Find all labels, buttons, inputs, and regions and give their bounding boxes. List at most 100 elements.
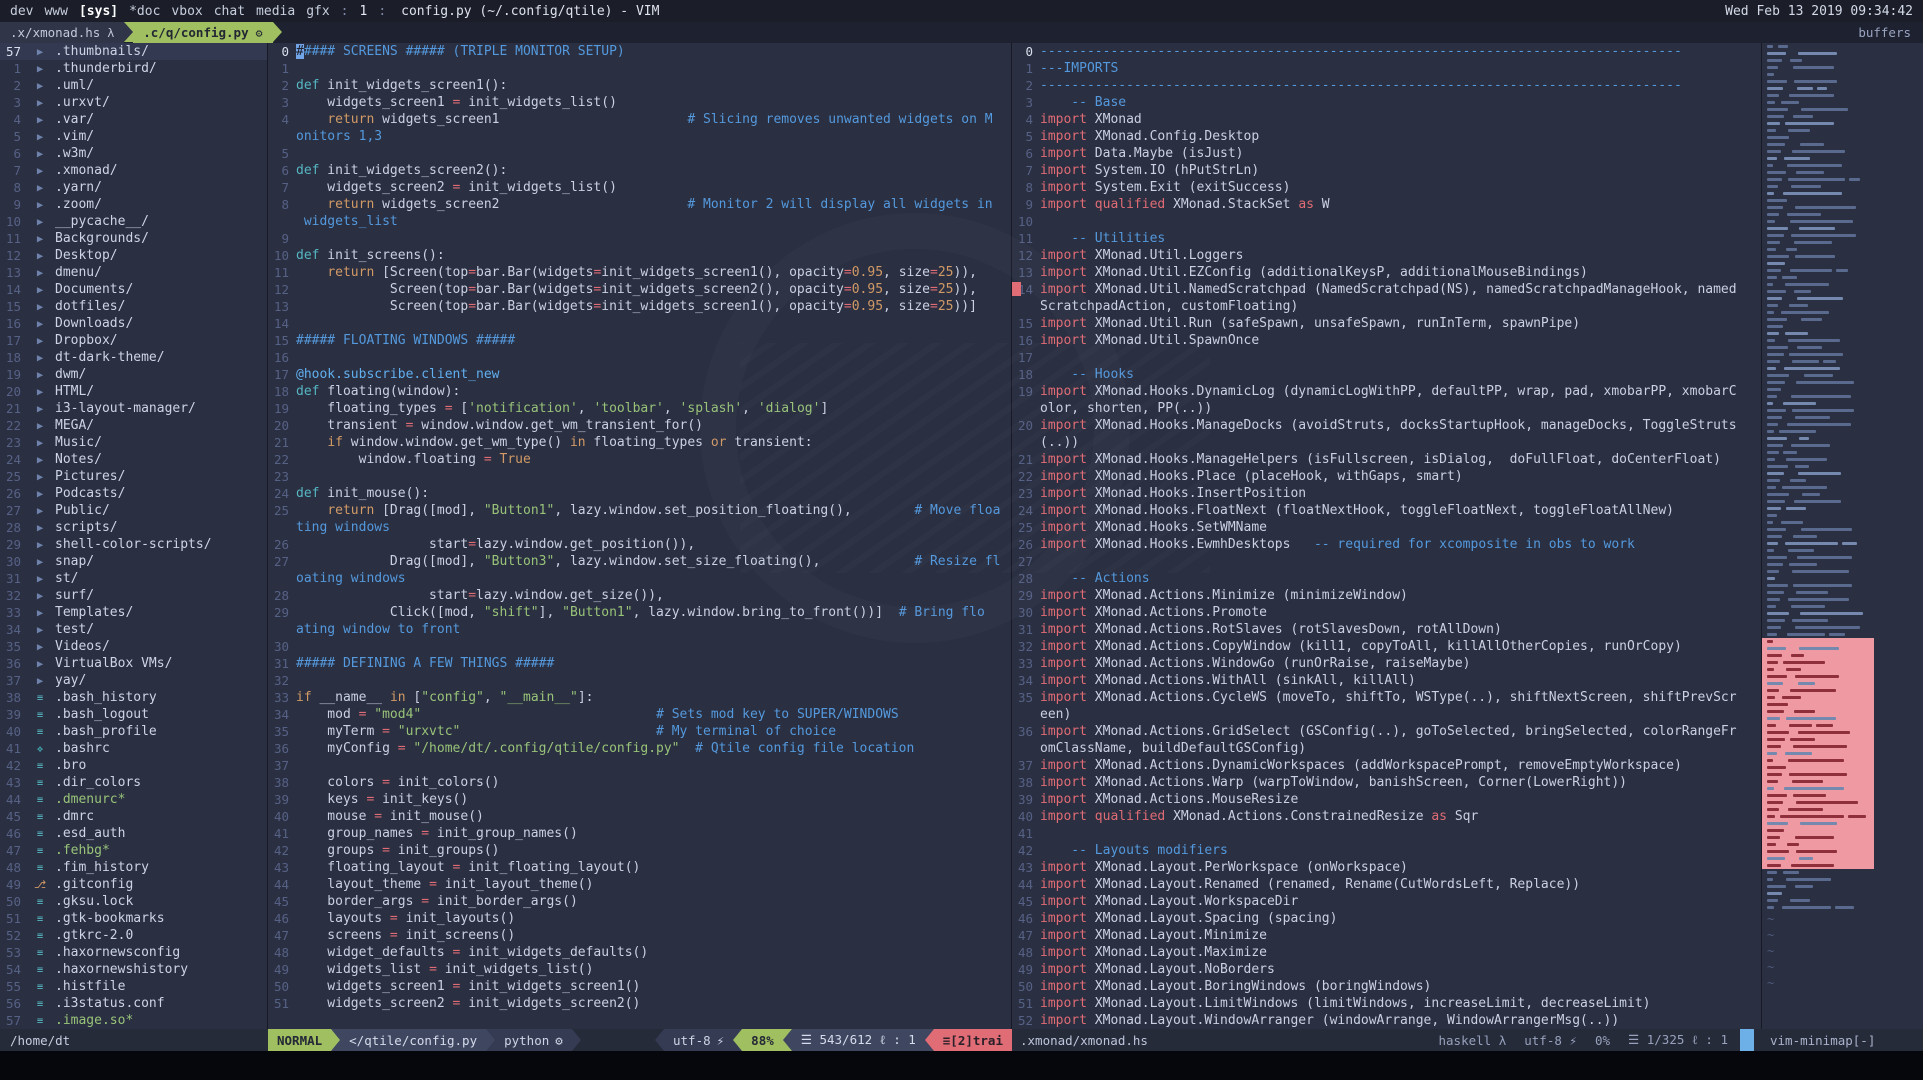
tree-item[interactable]: 56≡.i3status.conf <box>0 995 267 1012</box>
code-line[interactable]: 19 floating_types = ['notification', 'to… <box>268 400 1011 417</box>
code-line[interactable]: ating window to front <box>268 621 1011 638</box>
code-line[interactable]: onitors 1,3 <box>268 128 1011 145</box>
code-line[interactable]: ScratchpadAction, customFloating) <box>1012 298 1761 315</box>
code-line[interactable]: 1---IMPORTS <box>1012 60 1761 77</box>
code-line[interactable]: 13import XMonad.Util.EZConfig (additiona… <box>1012 264 1761 281</box>
minimap-line[interactable] <box>1762 869 1923 876</box>
minimap-line[interactable] <box>1762 764 1874 771</box>
minimap-line[interactable] <box>1762 365 1923 372</box>
code-line[interactable]: 12import XMonad.Util.Loggers <box>1012 247 1761 264</box>
tree-item[interactable]: 45≡.dmrc <box>0 808 267 825</box>
tree-item[interactable]: 35▶Videos/ <box>0 638 267 655</box>
tree-item[interactable]: 38≡.bash_history <box>0 689 267 706</box>
tree-item[interactable]: 19▶dwm/ <box>0 366 267 383</box>
code-line[interactable]: 45 border_args = init_border_args() <box>268 893 1011 910</box>
tree-item[interactable]: 3▶.urxvt/ <box>0 94 267 111</box>
minimap-line[interactable] <box>1762 239 1923 246</box>
tree-item[interactable]: 36▶VirtualBox VMs/ <box>0 655 267 672</box>
minimap-line[interactable] <box>1762 190 1923 197</box>
code-line[interactable]: 31##### DEFINING A FEW THINGS ##### <box>268 655 1011 672</box>
code-line[interactable]: omClassName, buildDefaultGSConfig) <box>1012 740 1761 757</box>
minimap-line[interactable] <box>1762 603 1923 610</box>
code-line[interactable]: 38 colors = init_colors() <box>268 774 1011 791</box>
code-line[interactable]: 27 <box>1012 553 1761 570</box>
minimap-line[interactable] <box>1762 568 1923 575</box>
minimap-line[interactable] <box>1762 820 1874 827</box>
code-line[interactable]: 2def init_widgets_screen1(): <box>268 77 1011 94</box>
minimap-line[interactable] <box>1762 421 1923 428</box>
minimap-line[interactable] <box>1762 575 1923 582</box>
code-line[interactable]: 5 <box>268 145 1011 162</box>
minimap-line[interactable] <box>1762 295 1923 302</box>
code-line[interactable]: 40 mouse = init_mouse() <box>268 808 1011 825</box>
minimap-line[interactable] <box>1762 218 1923 225</box>
tree-item[interactable]: 51≡.gtk-bookmarks <box>0 910 267 927</box>
code-line[interactable]: 36import XMonad.Actions.GridSelect (GSCo… <box>1012 723 1761 740</box>
code-line[interactable]: 23 <box>268 468 1011 485</box>
tree-item[interactable]: 43≡.dir_colors <box>0 774 267 791</box>
code-line[interactable]: 26 start=lazy.window.get_position()), <box>268 536 1011 553</box>
tree-item[interactable]: 44≡.dmenurc* <box>0 791 267 808</box>
tree-item[interactable]: 25▶Pictures/ <box>0 468 267 485</box>
minimap-line[interactable] <box>1762 589 1923 596</box>
minimap-line[interactable] <box>1762 897 1923 904</box>
code-line[interactable]: 21 if window.window.get_wm_type() in flo… <box>268 434 1011 451</box>
code-line[interactable]: 11 return [Screen(top=bar.Bar(widgets=in… <box>268 264 1011 281</box>
minimap-line[interactable] <box>1762 841 1874 848</box>
code-line[interactable]: 11 -- Utilities <box>1012 230 1761 247</box>
minimap-line[interactable] <box>1762 225 1923 232</box>
code-line[interactable]: 48 widget_defaults = init_widgets_defaul… <box>268 944 1011 961</box>
minimap-line[interactable] <box>1762 645 1874 652</box>
minimap-line[interactable] <box>1762 246 1923 253</box>
tree-item[interactable]: 57≡.image.so* <box>0 1012 267 1029</box>
code-line[interactable]: 17@hook.subscribe.client_new <box>268 366 1011 383</box>
code-line[interactable]: 4import XMonad <box>1012 111 1761 128</box>
code-line[interactable]: 10 <box>1012 213 1761 230</box>
code-line[interactable]: 21import XMonad.Hooks.ManageHelpers (isF… <box>1012 451 1761 468</box>
code-line[interactable]: 13 Screen(top=bar.Bar(widgets=init_widge… <box>268 298 1011 315</box>
minimap-line[interactable] <box>1762 71 1923 78</box>
minimap-line[interactable] <box>1762 183 1923 190</box>
code-line[interactable]: 43 floating_layout = init_floating_layou… <box>268 859 1011 876</box>
minimap-line[interactable] <box>1762 267 1923 274</box>
code-line[interactable]: een) <box>1012 706 1761 723</box>
code-line[interactable]: 8import System.Exit (exitSuccess) <box>1012 179 1761 196</box>
minimap-line[interactable] <box>1762 323 1923 330</box>
code-line[interactable]: 45import XMonad.Layout.WorkspaceDir <box>1012 893 1761 910</box>
tree-item[interactable]: 29▶shell-color-scripts/ <box>0 536 267 553</box>
code-line[interactable]: 35 myTerm = "urxvtc" # My terminal of ch… <box>268 723 1011 740</box>
minimap-line[interactable] <box>1762 78 1923 85</box>
minimap-line[interactable] <box>1762 50 1923 57</box>
minimap-line[interactable] <box>1762 827 1874 834</box>
tree-item[interactable]: 50≡.gksu.lock <box>0 893 267 910</box>
code-line[interactable]: 2---------------------------------------… <box>1012 77 1761 94</box>
minimap-line[interactable] <box>1762 862 1874 869</box>
minimap-line[interactable] <box>1762 498 1923 505</box>
minimap-line[interactable] <box>1762 610 1923 617</box>
code-line[interactable]: 49import XMonad.Layout.NoBorders <box>1012 961 1761 978</box>
tree-item[interactable]: 34▶test/ <box>0 621 267 638</box>
minimap-line[interactable] <box>1762 281 1923 288</box>
tree-item[interactable]: 48≡.fim_history <box>0 859 267 876</box>
minimap-line[interactable] <box>1762 582 1923 589</box>
code-line[interactable]: 42 groups = init_groups() <box>268 842 1011 859</box>
tree-item[interactable]: 32▶surf/ <box>0 587 267 604</box>
workspace-sys-current[interactable]: [sys] <box>79 4 118 19</box>
minimap-line[interactable] <box>1762 57 1923 64</box>
minimap-line[interactable] <box>1762 505 1923 512</box>
code-line[interactable]: 16import XMonad.Util.SpawnOnce <box>1012 332 1761 349</box>
tree-item[interactable]: 12▶Desktop/ <box>0 247 267 264</box>
tree-item[interactable]: 18▶dt-dark-theme/ <box>0 349 267 366</box>
minimap-line[interactable] <box>1762 85 1923 92</box>
code-line[interactable]: 29import XMonad.Actions.Minimize (minimi… <box>1012 587 1761 604</box>
tree-item[interactable]: 1▶.thunderbird/ <box>0 60 267 77</box>
code-line[interactable]: 6import Data.Maybe (isJust) <box>1012 145 1761 162</box>
tab-xmonad-hs[interactable]: .x/xmonad.hs λ <box>0 22 124 43</box>
code-line[interactable]: 0---------------------------------------… <box>1012 43 1761 60</box>
tree-item[interactable]: 21▶i3-layout-manager/ <box>0 400 267 417</box>
minimap-line[interactable] <box>1762 176 1923 183</box>
code-line[interactable]: 30 <box>268 638 1011 655</box>
minimap-line[interactable] <box>1762 561 1923 568</box>
tree-item[interactable]: 52≡.gtkrc-2.0 <box>0 927 267 944</box>
tree-item[interactable]: 53≡.haxornewsconfig <box>0 944 267 961</box>
